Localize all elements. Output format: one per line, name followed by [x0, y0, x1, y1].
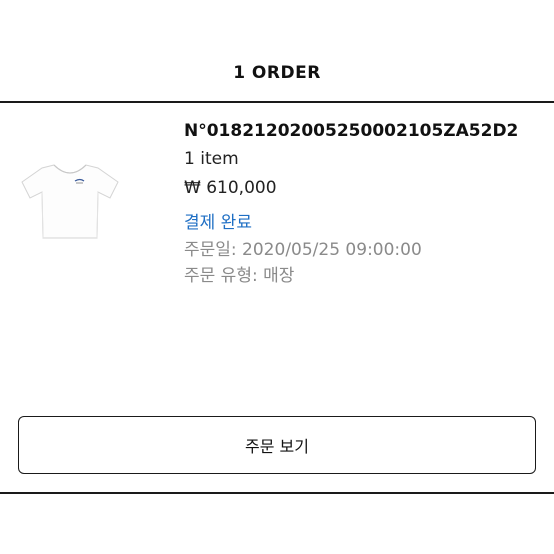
- payment-status: 결제 완료: [184, 213, 252, 233]
- order-number: N°01821202005250002105ZA52D2: [184, 121, 519, 141]
- divider: [0, 492, 554, 494]
- page-header: 1 ORDER: [0, 0, 554, 103]
- view-order-button[interactable]: 주문 보기: [18, 416, 536, 474]
- order-list-page: 1 ORDER N°01821202005250002105ZA52D2 1 i…: [0, 0, 554, 554]
- white-tshirt-icon: [21, 164, 119, 239]
- page-title: 1 ORDER: [233, 63, 321, 83]
- order-date: 주문일: 2020/05/25 09:00:00: [184, 240, 422, 260]
- item-count: 1 item: [184, 149, 239, 169]
- order-details: N°01821202005250002105ZA52D2 1 item ₩ 61…: [184, 121, 544, 286]
- order-type: 주문 유형: 매장: [184, 266, 295, 286]
- order-card: N°01821202005250002105ZA52D2 1 item ₩ 61…: [0, 103, 554, 493]
- product-thumbnail[interactable]: [18, 151, 122, 243]
- order-price: ₩ 610,000: [184, 178, 277, 198]
